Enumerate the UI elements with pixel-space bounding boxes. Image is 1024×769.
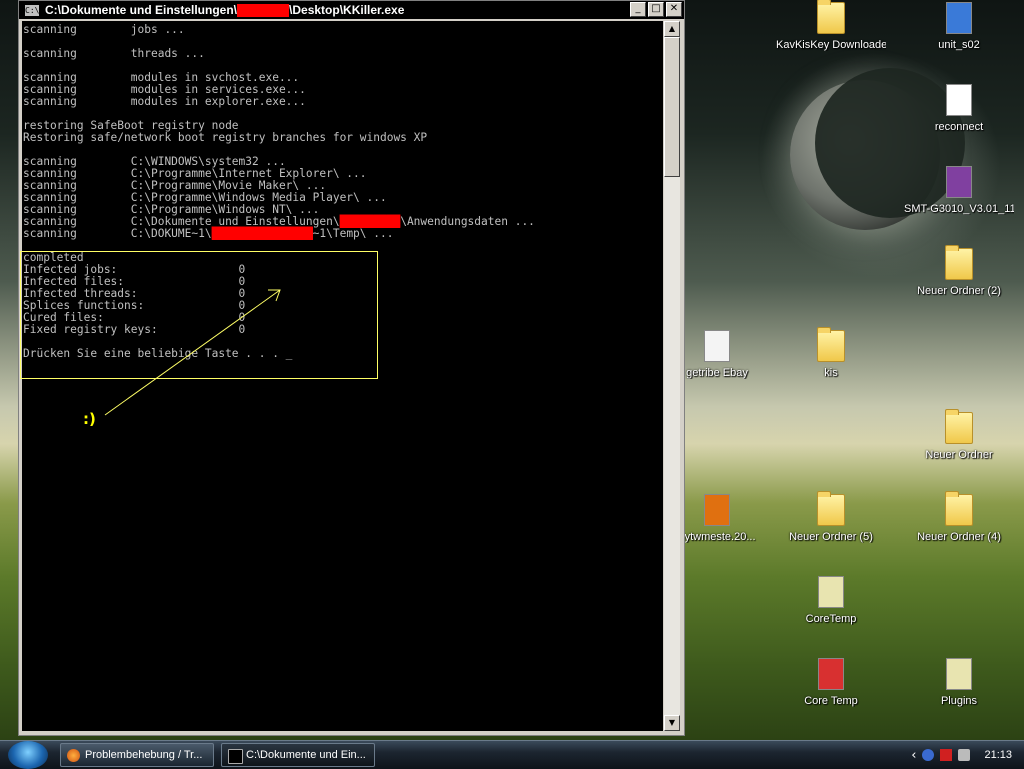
taskbar-item-label: C:\Dokumente und Ein... [246,749,366,761]
firefox-icon [67,749,80,762]
console-icon [228,749,243,764]
taskbar: Problembehebung / Tr... C:\Dokumente und… [0,740,1024,769]
start-button[interactable] [8,741,48,769]
taskbar-item-console[interactable]: C:\Dokumente und Ein... [221,743,375,767]
taskbar-item-firefox[interactable]: Problembehebung / Tr... [60,743,214,767]
taskbar-clock[interactable]: 21:13 [984,749,1012,761]
bluetooth-icon[interactable] [922,749,935,761]
smiley-annotation: :) [83,410,96,428]
annotation-arrow [104,289,281,416]
taskbar-item-label: Problembehebung / Tr... [85,749,203,761]
tray-expand-chevron-icon[interactable]: ‹ [911,748,916,763]
system-tray: ‹ 21:13 [911,741,1024,769]
network-icon[interactable] [958,749,971,761]
kaspersky-icon[interactable] [940,749,953,761]
